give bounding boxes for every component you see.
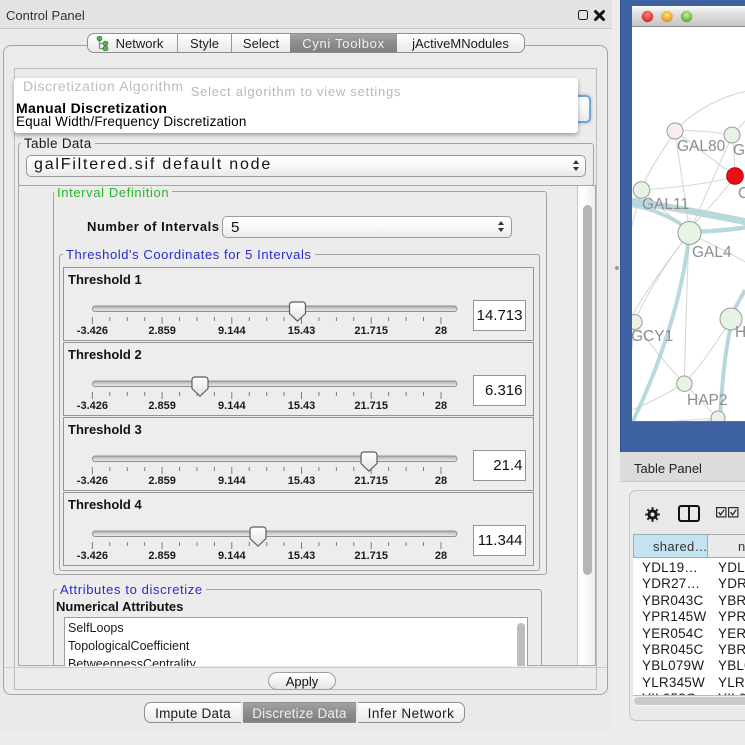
svg-text:28: 28 — [435, 325, 447, 337]
svg-text:15.43: 15.43 — [288, 400, 316, 412]
svg-text:-3.426: -3.426 — [77, 400, 108, 412]
svg-text:-3.426: -3.426 — [77, 550, 108, 562]
svg-text:H: H — [735, 324, 745, 341]
svg-text:28: 28 — [435, 550, 447, 562]
svg-text:15.43: 15.43 — [288, 475, 316, 487]
svg-text:2.859: 2.859 — [148, 475, 176, 487]
svg-text:2.859: 2.859 — [148, 325, 176, 337]
svg-text:21.715: 21.715 — [354, 400, 388, 412]
svg-text:GAL11: GAL11 — [642, 196, 689, 213]
svg-text:21.715: 21.715 — [354, 550, 388, 562]
svg-text:-3.426: -3.426 — [77, 475, 108, 487]
svg-text:15.43: 15.43 — [288, 325, 316, 337]
svg-text:2.859: 2.859 — [148, 400, 176, 412]
svg-text:2.859: 2.859 — [148, 550, 176, 562]
svg-text:9.144: 9.144 — [218, 400, 246, 412]
svg-text:21.715: 21.715 — [354, 475, 388, 487]
svg-text:9.144: 9.144 — [218, 325, 246, 337]
svg-text:C: C — [738, 185, 745, 202]
svg-text:21.715: 21.715 — [354, 325, 388, 337]
svg-text:-3.426: -3.426 — [77, 325, 108, 337]
svg-text:28: 28 — [435, 475, 447, 487]
svg-text:GAL4: GAL4 — [692, 244, 732, 261]
svg-text:9.144: 9.144 — [218, 550, 246, 562]
svg-text:GCY1: GCY1 — [632, 328, 673, 345]
svg-text:15.43: 15.43 — [288, 550, 316, 562]
svg-text:9.144: 9.144 — [218, 475, 246, 487]
svg-text:GAL80: GAL80 — [677, 138, 726, 155]
svg-text:28: 28 — [435, 400, 447, 412]
svg-text:HAP2: HAP2 — [687, 392, 728, 409]
svg-text:GA: GA — [733, 142, 745, 159]
